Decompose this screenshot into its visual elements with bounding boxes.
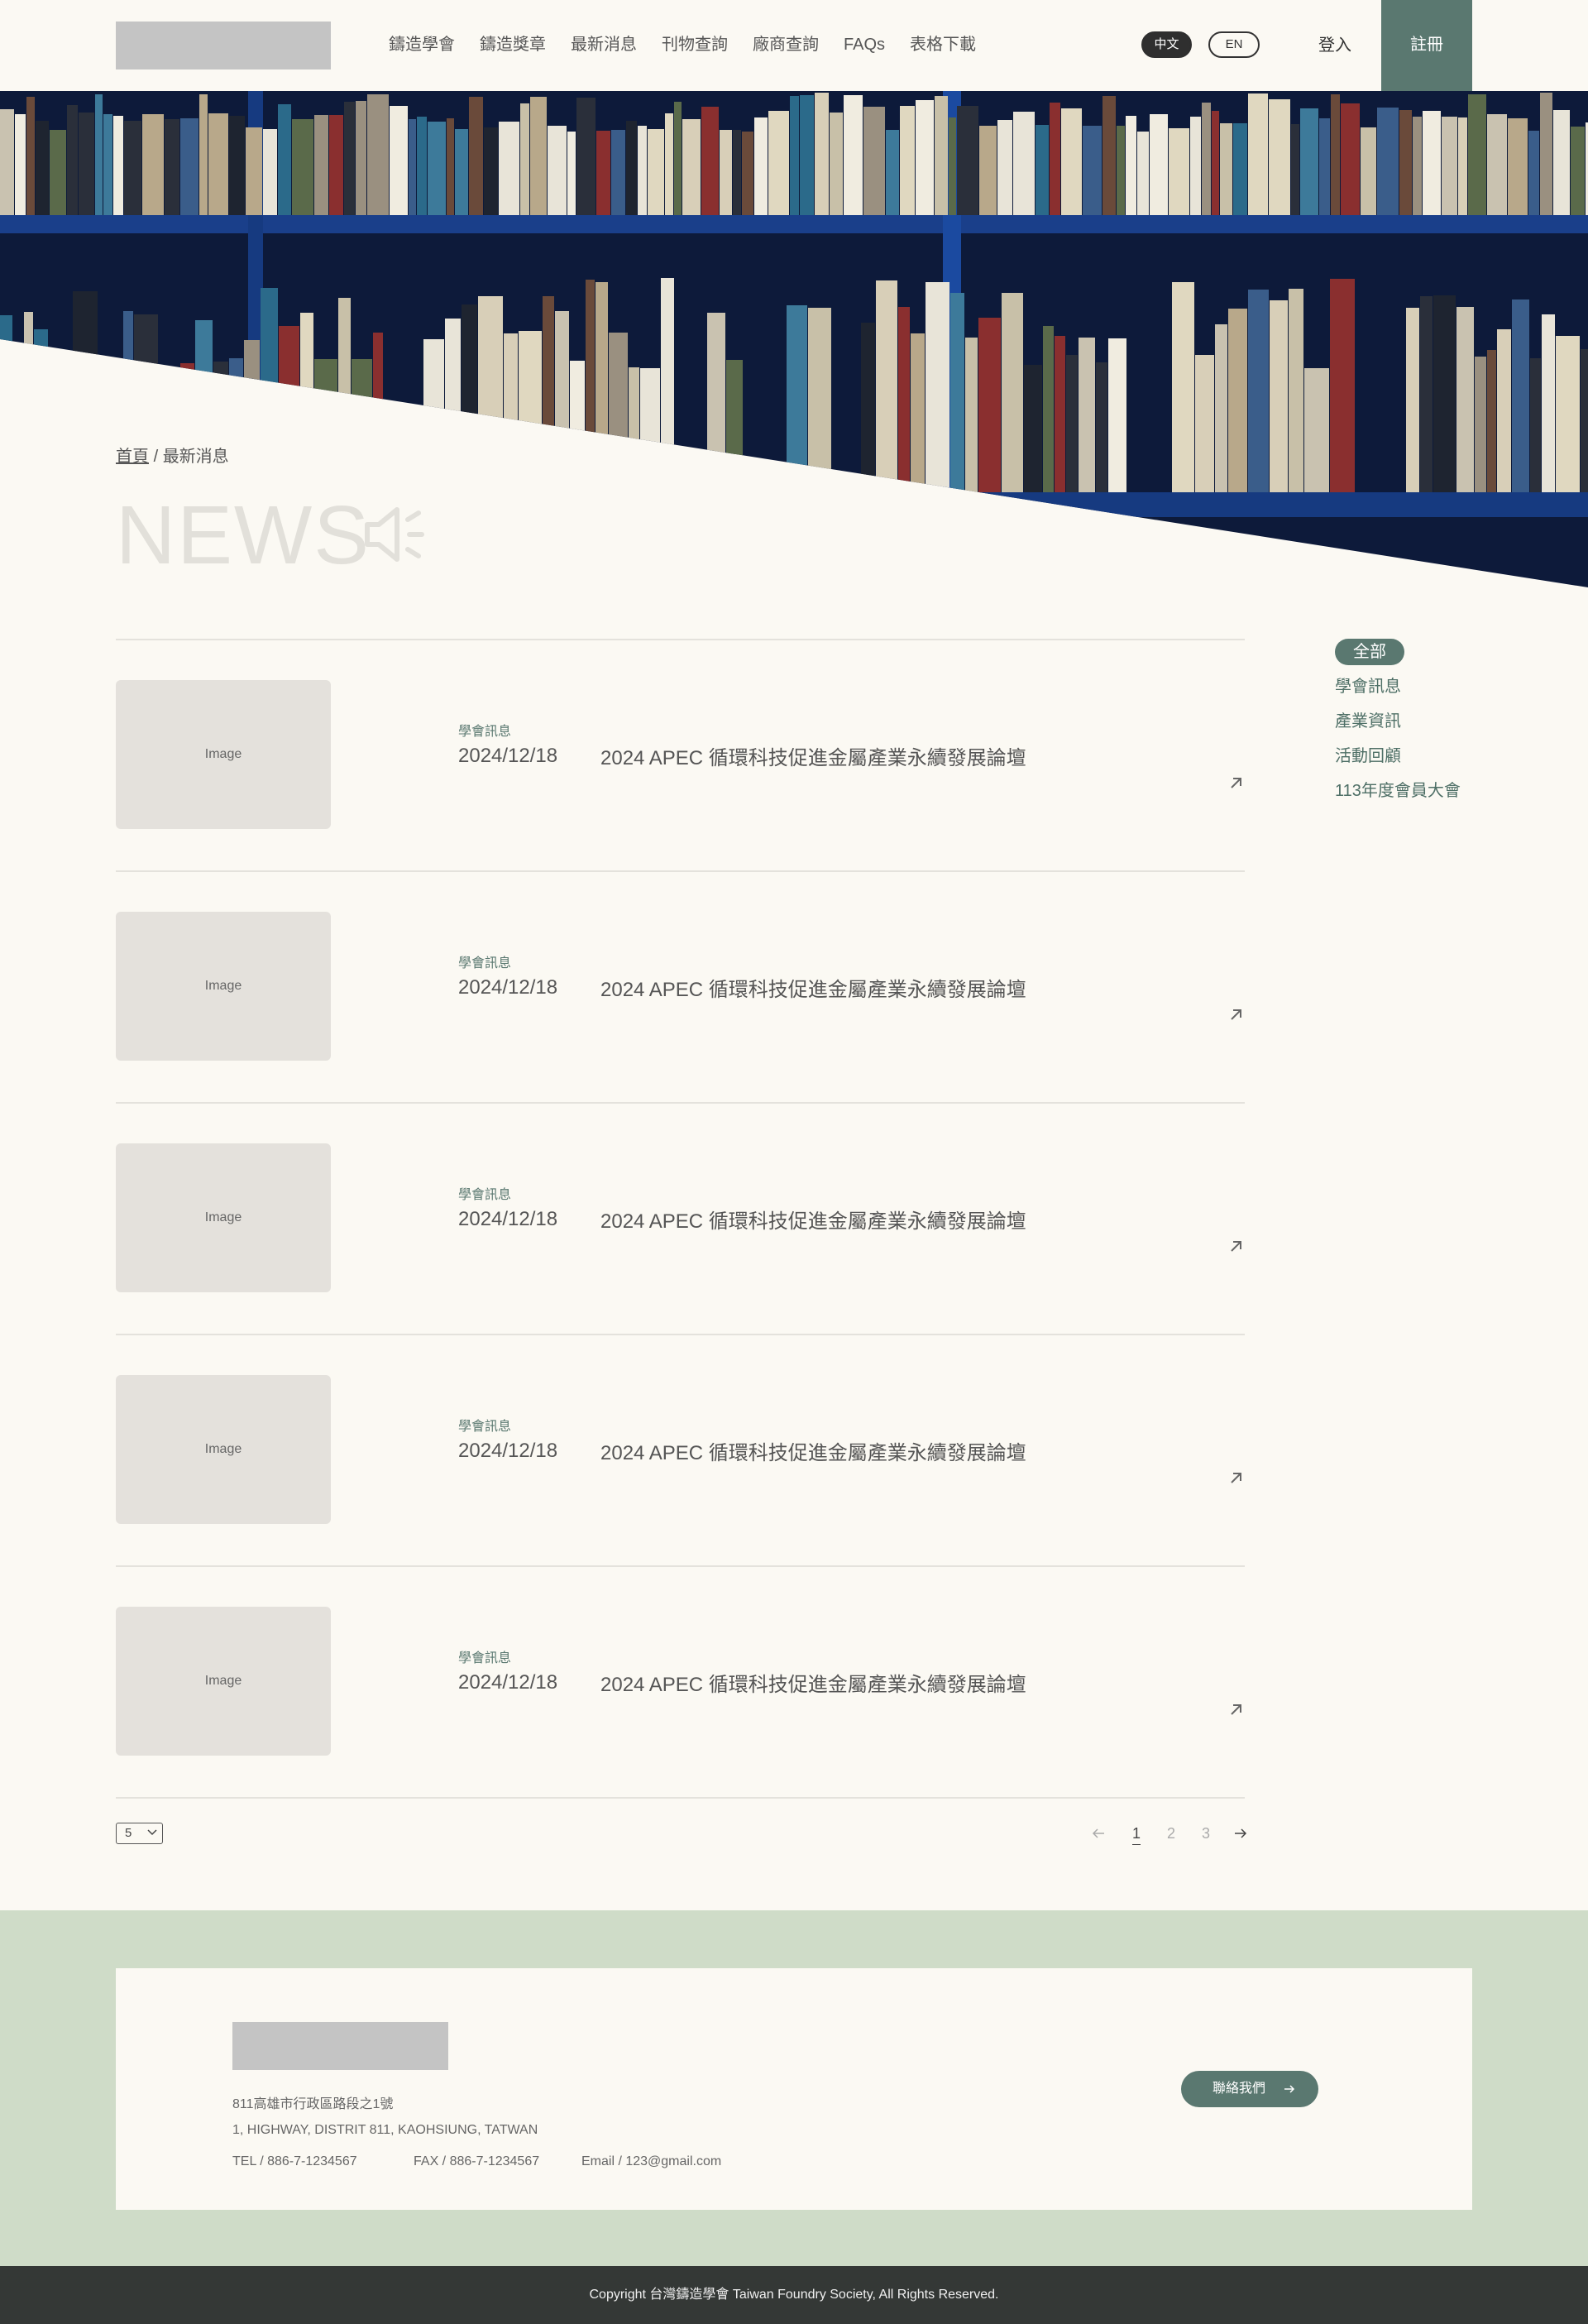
news-title[interactable]: 2024 APEC 循環科技促進金屬產業永續發展論壇	[600, 741, 1026, 770]
footer-email: Email / 123@gmail.com	[581, 2154, 722, 2168]
page-size-value: 5	[125, 1826, 132, 1840]
news-category: 學會訊息	[458, 956, 512, 970]
news-category: 學會訊息	[458, 1651, 512, 1665]
login-link[interactable]: 登入	[1318, 31, 1351, 55]
news-title[interactable]: 2024 APEC 循環科技促進金屬產業永續發展論壇	[600, 1668, 1026, 1697]
nav-item-faqs[interactable]: FAQs	[844, 33, 885, 56]
nav-item-foundry-medal[interactable]: 鑄造獎章	[480, 33, 546, 56]
list-item[interactable]: Image 學會訊息 2024/12/18 2024 APEC 循環科技促進金屬…	[116, 1565, 1245, 1797]
list-divider	[116, 1797, 1245, 1799]
footer-card: 811高雄市行政區路段之1號 1, HIGHWAY, DISTRIT 811, …	[116, 1968, 1472, 2210]
lang-en-button[interactable]: EN	[1208, 31, 1260, 58]
contact-button[interactable]: 聯絡我們	[1181, 2071, 1318, 2107]
list-item[interactable]: Image 學會訊息 2024/12/18 2024 APEC 循環科技促進金屬…	[116, 639, 1245, 870]
news-thumbnail[interactable]: Image	[116, 1375, 331, 1524]
arrow-up-right-icon[interactable]	[1228, 1006, 1245, 1023]
category-all[interactable]: 全部	[1335, 639, 1404, 665]
page-1[interactable]: 1	[1132, 1823, 1141, 1845]
breadcrumb-current: 最新消息	[162, 448, 229, 466]
news-category: 學會訊息	[458, 1188, 512, 1202]
logo[interactable]	[116, 22, 331, 69]
arrow-left-icon[interactable]	[1092, 1828, 1105, 1839]
news-date: 2024/12/18	[458, 1440, 558, 1462]
arrow-right-icon[interactable]	[1234, 1828, 1247, 1839]
page-3[interactable]: 3	[1202, 1823, 1210, 1844]
nav-item-vendors[interactable]: 廠商查詢	[753, 33, 819, 56]
arrow-up-right-icon[interactable]	[1228, 1701, 1245, 1718]
footer-tel: TEL / 886-7-1234567	[232, 2154, 357, 2168]
news-category: 學會訊息	[458, 725, 512, 739]
list-item[interactable]: Image 學會訊息 2024/12/18 2024 APEC 循環科技促進金屬…	[116, 1334, 1245, 1565]
news-date: 2024/12/18	[458, 745, 558, 767]
news-thumbnail[interactable]: Image	[116, 680, 331, 829]
news-title[interactable]: 2024 APEC 循環科技促進金屬產業永續發展論壇	[600, 1436, 1026, 1465]
contact-button-label: 聯絡我們	[1213, 2082, 1266, 2096]
news-thumbnail[interactable]: Image	[116, 912, 331, 1061]
footer-address-en: 1, HIGHWAY, DISTRIT 811, KAOHSIUNG, TATW…	[232, 2123, 538, 2137]
footer-address-zh: 811高雄市行政區路段之1號	[232, 2097, 394, 2111]
category-filter: 全部 學會訊息 產業資訊 活動回顧 113年度會員大會	[1335, 639, 1500, 808]
arrow-right-icon	[1284, 2085, 1295, 2093]
footer-fax: FAX / 886-7-1234567	[414, 2154, 540, 2168]
list-item[interactable]: Image 學會訊息 2024/12/18 2024 APEC 循環科技促進金屬…	[116, 870, 1245, 1102]
main-nav: 鑄造學會 鑄造獎章 最新消息 刊物查詢 廠商查詢 FAQs 表格下載	[389, 33, 1001, 56]
news-date: 2024/12/18	[458, 1208, 558, 1230]
category-event-review[interactable]: 活動回顧	[1335, 739, 1500, 774]
news-thumbnail[interactable]: Image	[116, 1143, 331, 1292]
page-title: NEWS	[116, 489, 371, 582]
site-header: 鑄造學會 鑄造獎章 最新消息 刊物查詢 廠商查詢 FAQs 表格下載 中文 EN…	[0, 0, 1588, 91]
news-title[interactable]: 2024 APEC 循環科技促進金屬產業永續發展論壇	[600, 1205, 1026, 1234]
news-date: 2024/12/18	[458, 1671, 558, 1694]
breadcrumb-separator: /	[153, 448, 159, 466]
page-size-select[interactable]: 5	[116, 1823, 163, 1844]
nav-item-publications[interactable]: 刊物查詢	[662, 33, 728, 56]
footer-logo[interactable]	[232, 2022, 448, 2070]
news-list: Image 學會訊息 2024/12/18 2024 APEC 循環科技促進金屬…	[116, 639, 1245, 1799]
breadcrumb-home[interactable]: 首頁	[116, 448, 149, 466]
register-button[interactable]: 註冊	[1381, 0, 1472, 91]
chevron-down-icon	[147, 1829, 157, 1836]
category-annual-meeting[interactable]: 113年度會員大會	[1335, 774, 1500, 808]
megaphone-icon	[362, 501, 428, 572]
news-date: 2024/12/18	[458, 976, 558, 999]
copyright-bar: Copyright 台灣鑄造學會 Taiwan Foundry Society,…	[0, 2266, 1588, 2324]
arrow-up-right-icon[interactable]	[1228, 1469, 1245, 1486]
category-industry-info[interactable]: 產業資訊	[1335, 704, 1500, 739]
pagination: 1 2 3	[1092, 1823, 1249, 1845]
category-society-news[interactable]: 學會訊息	[1335, 669, 1500, 704]
news-title[interactable]: 2024 APEC 循環科技促進金屬產業永續發展論壇	[600, 973, 1026, 1002]
arrow-up-right-icon[interactable]	[1228, 1238, 1245, 1254]
nav-item-forms[interactable]: 表格下載	[910, 33, 976, 56]
page-2[interactable]: 2	[1167, 1823, 1175, 1844]
arrow-up-right-icon[interactable]	[1228, 774, 1245, 791]
nav-item-news[interactable]: 最新消息	[571, 33, 637, 56]
nav-item-foundry-society[interactable]: 鑄造學會	[389, 33, 455, 56]
site-footer: 811高雄市行政區路段之1號 1, HIGHWAY, DISTRIT 811, …	[0, 1910, 1588, 2266]
list-item[interactable]: Image 學會訊息 2024/12/18 2024 APEC 循環科技促進金屬…	[116, 1102, 1245, 1334]
news-category: 學會訊息	[458, 1420, 512, 1434]
news-thumbnail[interactable]: Image	[116, 1607, 331, 1756]
breadcrumb: 首頁 / 最新消息	[116, 443, 229, 467]
lang-zh-button[interactable]: 中文	[1141, 31, 1192, 58]
